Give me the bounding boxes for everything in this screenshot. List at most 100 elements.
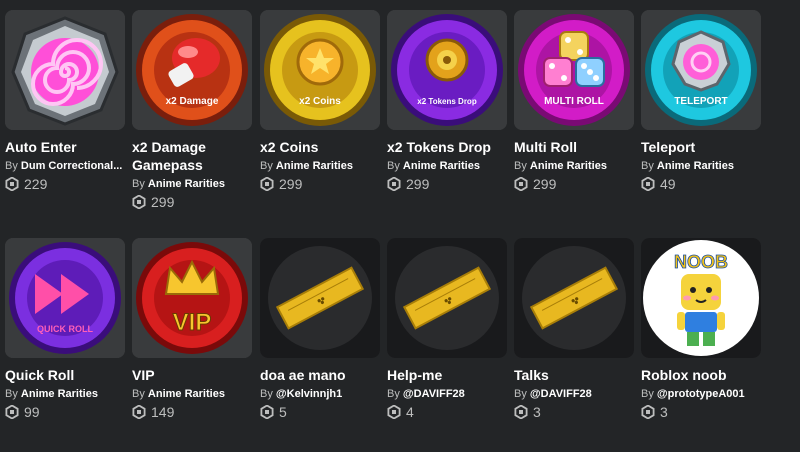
gamepass-price: 99	[5, 404, 125, 420]
gamepass-name[interactable]: Help-me	[387, 366, 507, 384]
gamepass-name[interactable]: Auto Enter	[5, 138, 125, 156]
art-label: x2 Damage	[166, 96, 219, 107]
gamepass-price: 149	[132, 404, 252, 420]
gamepass-creator: By @prototypeA001	[641, 388, 761, 400]
art-label: x2 Coins	[299, 96, 341, 107]
gamepass-creator: By Anime Rarities	[387, 160, 507, 172]
gamepass-thumbnail[interactable]: QUICK ROLL	[5, 238, 125, 358]
gamepass-name[interactable]: VIP	[132, 366, 252, 384]
gamepass-creator: By @Kelvinnjh1	[260, 388, 380, 400]
creator-link[interactable]: Anime Rarities	[21, 388, 98, 400]
gamepass-card[interactable]: Talks By @DAVIFF28 3	[514, 238, 634, 420]
robux-icon	[514, 405, 528, 419]
ticket-icon	[514, 238, 634, 358]
gamepass-thumbnail[interactable]: VIP	[132, 238, 252, 358]
art-label: MULTI ROLL	[544, 96, 604, 107]
gamepass-card[interactable]: Help-me By @DAVIFF28 4	[387, 238, 507, 420]
robux-icon	[260, 405, 274, 419]
robux-icon	[132, 195, 146, 209]
gamepass-grid: Auto Enter By Dum Correctional... 229 x2…	[0, 0, 800, 452]
gamepass-card[interactable]: MULTI ROLL Multi Roll By Anime Rarities …	[514, 10, 634, 192]
art-label: QUICK ROLL	[37, 324, 93, 334]
gamepass-card[interactable]: x2 Tokens Drop x2 Tokens Drop By Anime R…	[387, 10, 507, 192]
art-label: NOOB	[674, 252, 728, 272]
by-label: By	[641, 388, 654, 400]
art-label: x2 Tokens Drop	[417, 97, 477, 106]
gamepass-name[interactable]: Quick Roll	[5, 366, 125, 384]
creator-link[interactable]: Anime Rarities	[657, 160, 734, 172]
crown-icon: VIP	[132, 238, 252, 358]
gamepass-card[interactable]: NOOB Roblox noob By @prototypeA001 3	[641, 238, 761, 420]
noob-avatar-icon: NOOB	[641, 238, 761, 358]
gamepass-creator: By Anime Rarities	[132, 178, 252, 190]
by-label: By	[132, 388, 145, 400]
creator-link[interactable]: Anime Rarities	[530, 160, 607, 172]
gamepass-thumbnail[interactable]: x2 Tokens Drop	[387, 10, 507, 130]
gamepass-price: 3	[641, 404, 761, 420]
creator-link[interactable]: Anime Rarities	[148, 388, 225, 400]
creator-link[interactable]: @prototypeA001	[657, 388, 745, 400]
gamepass-card[interactable]: x2 Damage x2 Damage Gamepass By Anime Ra…	[132, 10, 252, 210]
gamepass-thumbnail[interactable]: x2 Damage	[132, 10, 252, 130]
art-label: TELEPORT	[674, 96, 727, 107]
creator-link[interactable]: Anime Rarities	[148, 178, 225, 190]
by-label: By	[5, 388, 18, 400]
price-value: 49	[660, 176, 676, 192]
gamepass-thumbnail[interactable]: MULTI ROLL	[514, 10, 634, 130]
gamepass-thumbnail[interactable]	[387, 238, 507, 358]
gamepass-price: 299	[514, 176, 634, 192]
gamepass-name[interactable]: x2 Coins	[260, 138, 380, 156]
by-label: By	[514, 160, 527, 172]
gamepass-card[interactable]: x2 Coins x2 Coins By Anime Rarities 299	[260, 10, 380, 192]
gamepass-card[interactable]: doa ae mano By @Kelvinnjh1 5	[260, 238, 380, 420]
gamepass-thumbnail[interactable]	[514, 238, 634, 358]
robux-icon	[132, 405, 146, 419]
gamepass-price: 3	[514, 404, 634, 420]
gamepass-price: 299	[387, 176, 507, 192]
gamepass-price: 5	[260, 404, 380, 420]
gamepass-name[interactable]: Multi Roll	[514, 138, 634, 156]
creator-link[interactable]: Anime Rarities	[403, 160, 480, 172]
art-label: VIP	[173, 309, 212, 336]
gamepass-name[interactable]: Talks	[514, 366, 634, 384]
robux-icon	[641, 177, 655, 191]
robux-icon	[5, 405, 19, 419]
token-icon: x2 Tokens Drop	[387, 10, 507, 130]
gamepass-thumbnail[interactable]: x2 Coins	[260, 10, 380, 130]
robux-icon	[260, 177, 274, 191]
price-value: 3	[660, 404, 668, 420]
gamepass-thumbnail[interactable]: TELEPORT	[641, 10, 761, 130]
ticket-icon	[387, 238, 507, 358]
gamepass-card[interactable]: VIP VIP By Anime Rarities 149	[132, 238, 252, 420]
gamepass-name[interactable]: Roblox noob	[641, 366, 761, 384]
price-value: 299	[406, 176, 430, 192]
gamepass-card[interactable]: Auto Enter By Dum Correctional... 229	[5, 10, 125, 192]
gamepass-card[interactable]: TELEPORT Teleport By Anime Rarities 49	[641, 10, 761, 192]
creator-link[interactable]: Anime Rarities	[276, 160, 353, 172]
price-value: 3	[533, 404, 541, 420]
gamepass-thumbnail[interactable]: NOOB	[641, 238, 761, 358]
gamepass-thumbnail[interactable]	[5, 10, 125, 130]
gamepass-name[interactable]: doa ae mano	[260, 366, 380, 384]
price-value: 99	[24, 404, 40, 420]
gamepass-name[interactable]: Teleport	[641, 138, 761, 156]
gamepass-name[interactable]: x2 Damage Gamepass	[132, 138, 252, 174]
creator-link[interactable]: Dum Correctional...	[21, 160, 122, 172]
gamepass-creator: By Anime Rarities	[5, 388, 125, 400]
creator-link[interactable]: @Kelvinnjh1	[276, 388, 342, 400]
price-value: 149	[151, 404, 175, 420]
robux-icon	[387, 405, 401, 419]
by-label: By	[514, 388, 527, 400]
gamepass-name[interactable]: x2 Tokens Drop	[387, 138, 507, 156]
gamepass-card[interactable]: QUICK ROLL Quick Roll By Anime Rarities …	[5, 238, 125, 420]
gamepass-creator: By Dum Correctional...	[5, 160, 125, 172]
creator-link[interactable]: @DAVIFF28	[403, 388, 465, 400]
creator-link[interactable]: @DAVIFF28	[530, 388, 592, 400]
gamepass-creator: By @DAVIFF28	[514, 388, 634, 400]
by-label: By	[387, 388, 400, 400]
by-label: By	[260, 160, 273, 172]
by-label: By	[132, 178, 145, 190]
gamepass-creator: By @DAVIFF28	[387, 388, 507, 400]
gamepass-thumbnail[interactable]	[260, 238, 380, 358]
dice-icon: MULTI ROLL	[514, 10, 634, 130]
